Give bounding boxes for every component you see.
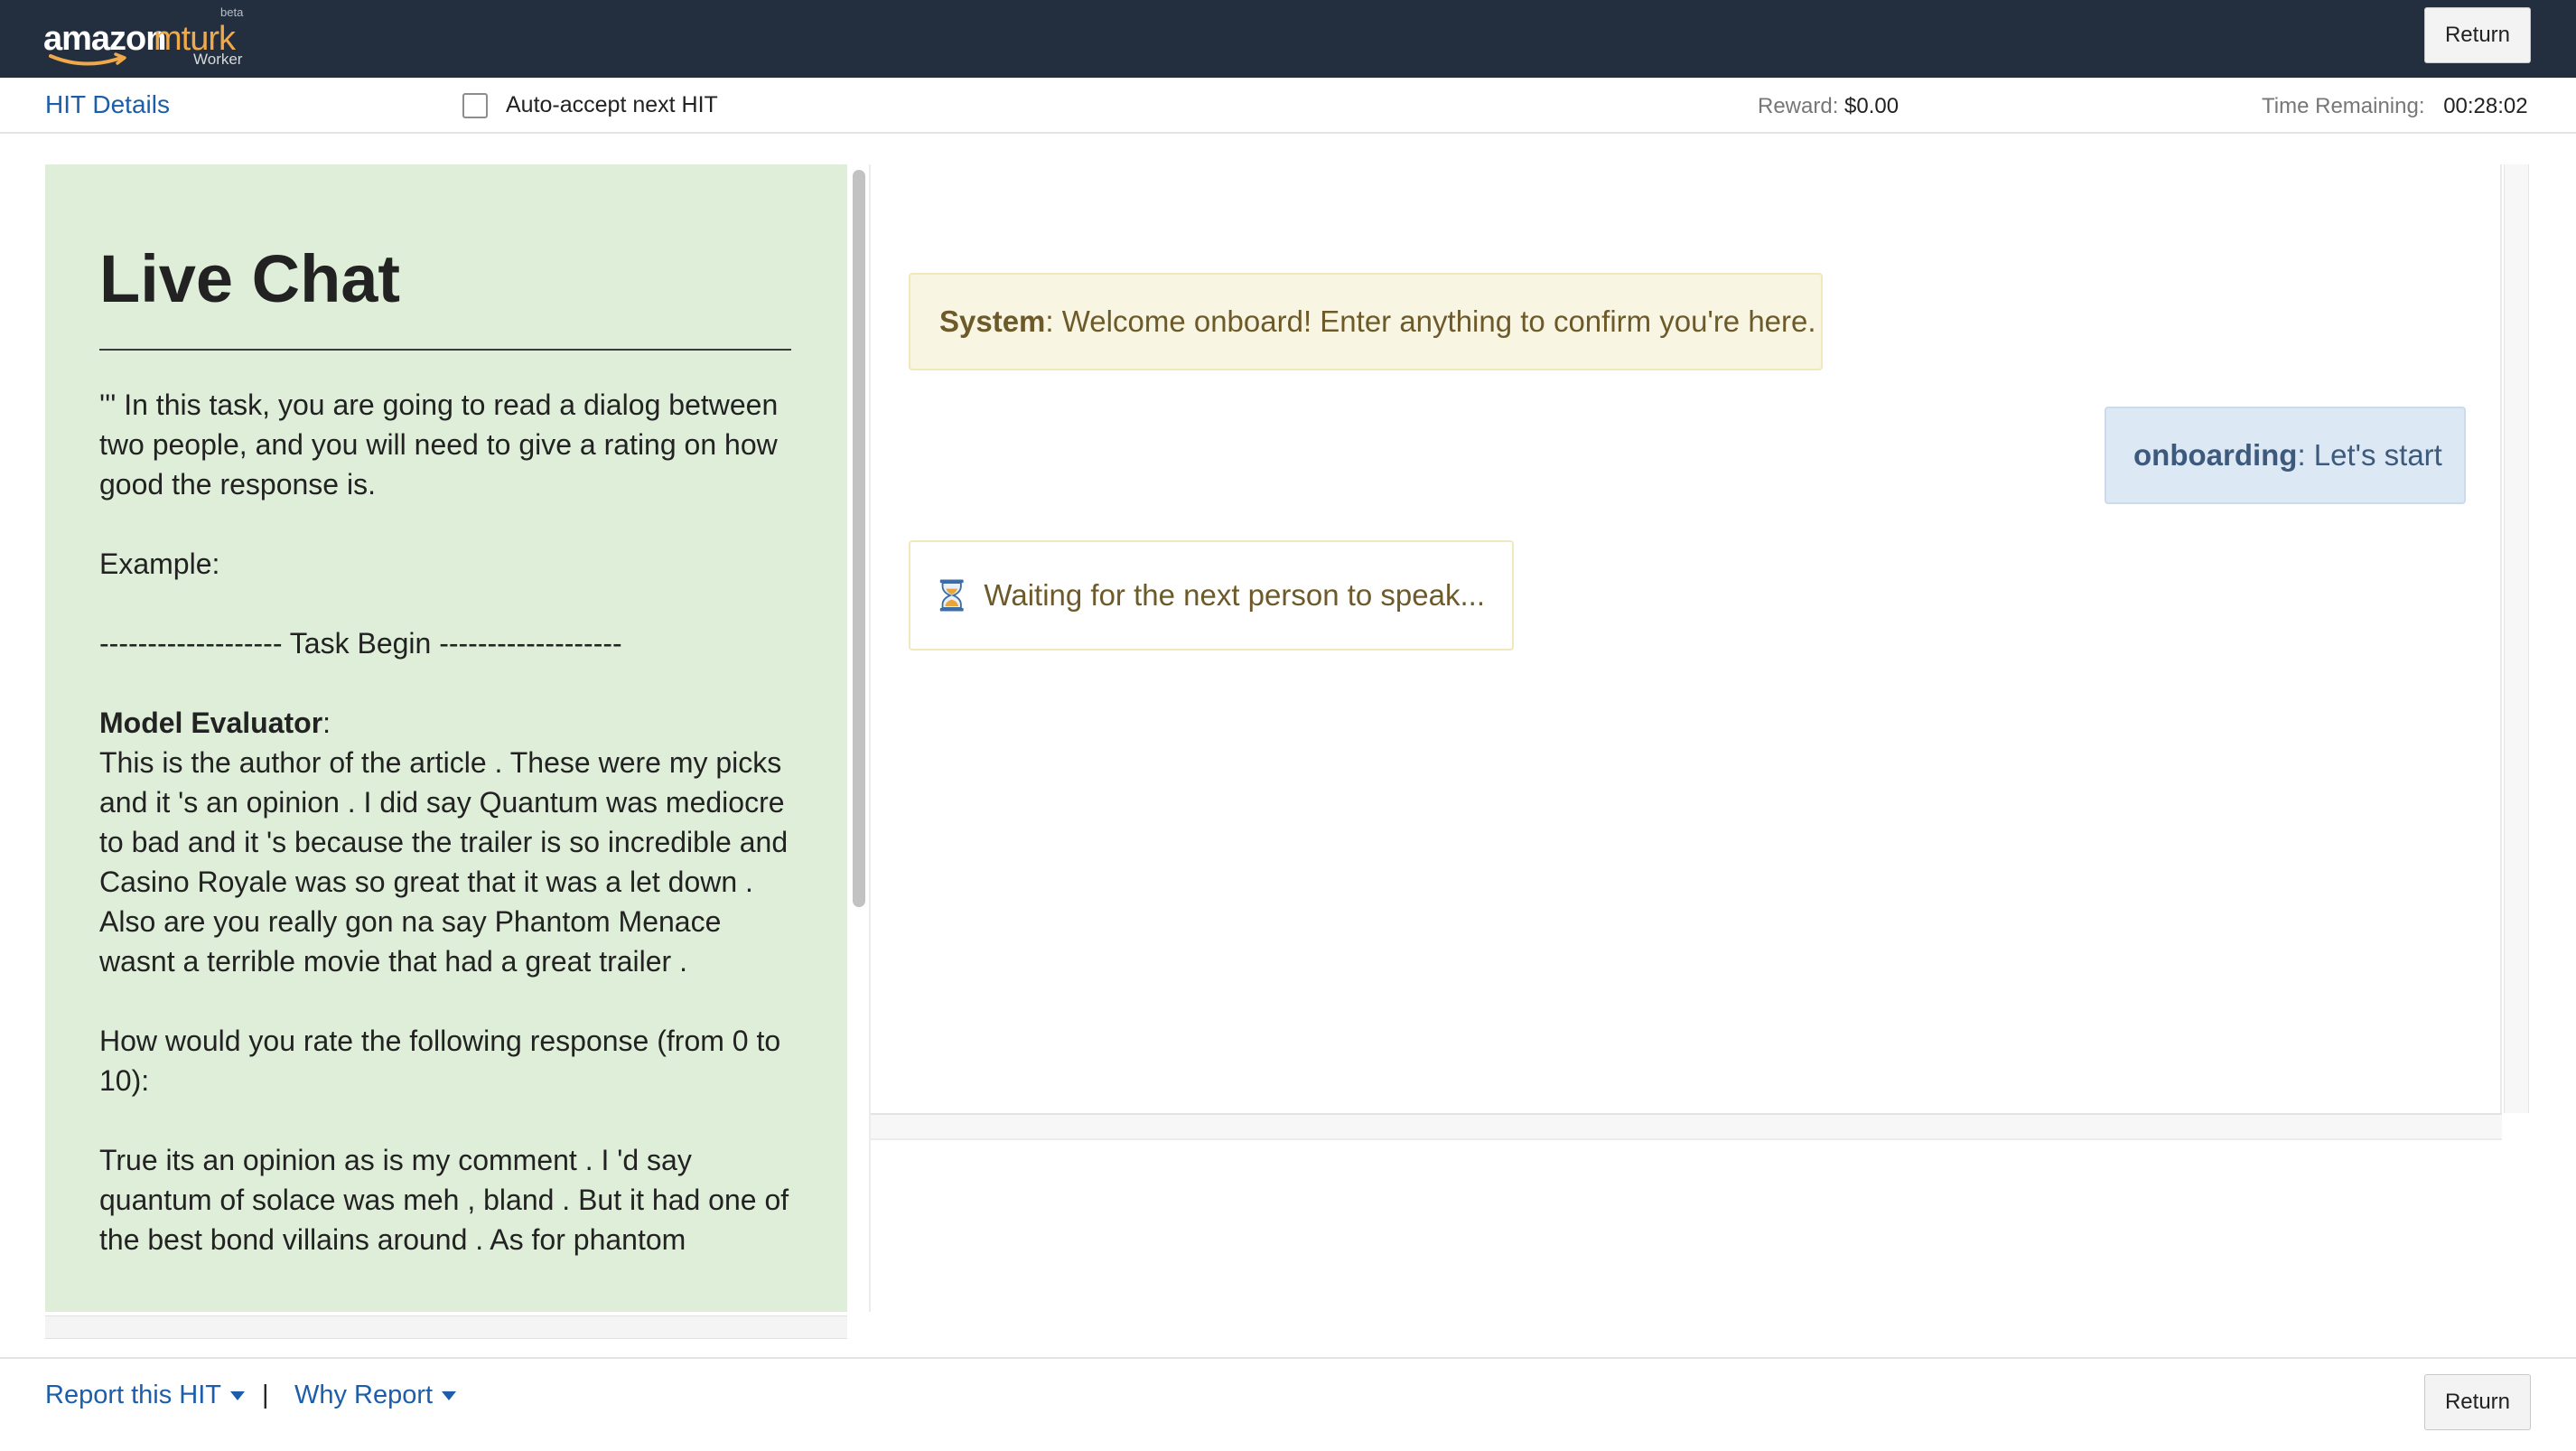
dialog-context: This is the author of the article . Thes… (99, 746, 789, 978)
rating-question: How would you rate the following respons… (99, 1025, 781, 1097)
logo-beta-text: beta (220, 5, 244, 19)
dialog-response: True its an opinion as is my comment . I… (99, 1144, 789, 1256)
time-remaining-label: Time Remaining: (2262, 94, 2425, 118)
why-report-label[interactable]: Why Report (294, 1381, 433, 1410)
waiting-message: Waiting for the next person to speak... (909, 540, 1514, 651)
instructions-intro: ''' In this task, you are going to read … (99, 388, 779, 501)
reward-display: Reward: $0.00 (1758, 94, 1899, 119)
reward-value: $0.00 (1844, 94, 1899, 118)
chat-scrollbar-track[interactable] (2504, 164, 2529, 1113)
task-begin-marker: ------------------- Task Begin ---------… (99, 627, 622, 660)
instructions-title: Live Chat (99, 241, 401, 316)
report-hit-dropdown[interactable]: Report this HIT (45, 1381, 245, 1410)
hit-details-link[interactable]: HIT Details (45, 90, 170, 119)
waiting-text: Waiting for the next person to speak... (984, 578, 1485, 612)
why-report-dropdown[interactable]: Why Report (294, 1381, 457, 1410)
instructions-body: ''' In this task, you are going to read … (99, 385, 793, 1259)
logo-worker-text: Worker (193, 51, 243, 68)
own-message-text: : Let's start (2297, 438, 2442, 472)
return-button-bottom[interactable]: Return (2424, 1374, 2531, 1430)
caret-down-icon[interactable] (442, 1390, 457, 1400)
instructions-scrollbar-thumb[interactable] (853, 170, 865, 907)
system-message: System: Welcome onboard! Enter anything … (909, 273, 1823, 370)
system-sender: System (939, 304, 1046, 338)
instructions-horizontal-scrollbar[interactable] (45, 1315, 847, 1339)
speaker-colon: : (322, 707, 331, 739)
example-label: Example: (99, 548, 220, 580)
footer-separator: | (262, 1381, 269, 1409)
auto-accept-checkbox[interactable] (462, 92, 488, 118)
chat-horizontal-scrollbar[interactable] (871, 1113, 2502, 1140)
footer: Report this HIT | Why Report (0, 1357, 2576, 1451)
time-remaining-value: 00:28:02 (2443, 94, 2528, 118)
title-divider (99, 349, 791, 351)
report-hit-label[interactable]: Report this HIT (45, 1381, 221, 1410)
caret-down-icon[interactable] (230, 1390, 245, 1400)
top-navbar: amazon mturk beta Worker Return (0, 0, 2576, 78)
instructions-content: Live Chat ''' In this task, you are goin… (99, 246, 793, 1259)
reward-label: Reward: (1758, 94, 1839, 118)
speaker-name: Model Evaluator (99, 707, 323, 739)
instructions-panel: Live Chat ''' In this task, you are goin… (45, 164, 847, 1312)
hit-info-bar: HIT Details Auto-accept next HIT Reward:… (0, 78, 2576, 134)
own-message-sender: onboarding (2133, 438, 2298, 472)
amazon-smile-icon (49, 52, 126, 66)
system-message-text: : Welcome onboard! Enter anything to con… (1045, 304, 1816, 338)
time-remaining-display: Time Remaining: 00:28:02 (2262, 94, 2528, 119)
return-button-top[interactable]: Return (2424, 7, 2531, 63)
auto-accept-label[interactable]: Auto-accept next HIT (506, 92, 718, 118)
hourglass-icon (939, 579, 964, 612)
auto-accept-control[interactable]: Auto-accept next HIT (462, 92, 718, 118)
own-message: onboarding: Let's start (2105, 407, 2466, 504)
mturk-logo[interactable]: amazon mturk beta Worker (43, 5, 251, 69)
speaker-line: Model Evaluator: (99, 703, 793, 743)
